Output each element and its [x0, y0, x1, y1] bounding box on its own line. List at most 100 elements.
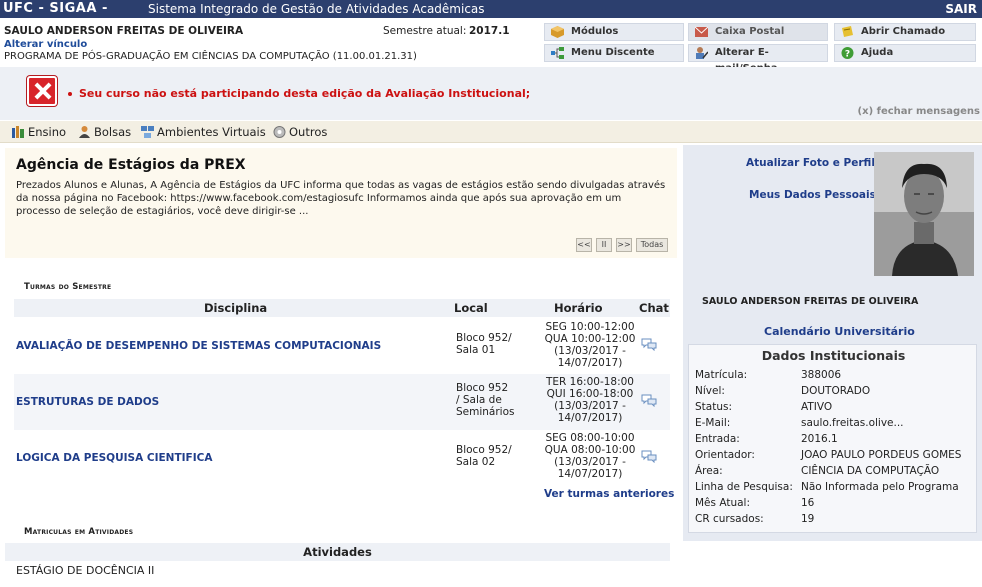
course-schedule: TER 16:00-18:00 QUI 16:00-18:00 (13/03/2… [524, 376, 656, 424]
field-value: Não Informada pelo Programa [801, 481, 959, 493]
course-local: Bloco 952/ Sala 01 [456, 332, 512, 356]
field-label: Orientador: [695, 449, 755, 461]
course-schedule: SEG 10:00-12:00 QUA 10:00-12:00 (13/03/2… [524, 321, 656, 369]
schedule-line: (13/03/2017 - [554, 345, 626, 357]
edit-user-icon [696, 47, 708, 59]
notice-all-button[interactable]: Todas [636, 238, 668, 252]
field-label: Área: [695, 465, 723, 477]
main-tabs: Ensino Bolsas Ambientes Virtuais Outros [0, 121, 982, 143]
update-photo-link[interactable]: Atualizar Foto e Perfil [746, 157, 875, 169]
quick-menu: Módulos Caixa Postal Abrir Chamado Menu … [540, 20, 982, 74]
field-label: Nível: [695, 385, 725, 397]
list-item: ESTÁGIO DE DOCÊNCIA II [16, 564, 155, 577]
notice-text: Prezados Alunos e Alunas, A Agência de E… [16, 180, 666, 217]
change-link-button[interactable]: Alterar vínculo [4, 39, 87, 50]
field-value: CIÊNCIA DA COMPUTAÇÃO [801, 465, 940, 477]
student-menu-button[interactable]: Menu Discente [544, 44, 684, 62]
field-label: Mês Atual: [695, 497, 750, 509]
svg-text:?: ? [845, 50, 850, 60]
error-text: Seu curso não está participando desta ed… [79, 87, 531, 100]
schedule-line: QUI 16:00-18:00 [546, 388, 634, 400]
personal-data-link[interactable]: Meus Dados Pessoais [749, 189, 876, 201]
mailbox-label: Caixa Postal [715, 26, 785, 37]
sitemap-icon [551, 47, 564, 59]
notice-prev-button[interactable]: << [576, 238, 592, 252]
tab-ensino[interactable]: Ensino [12, 125, 66, 139]
field-label: Matrícula: [695, 369, 748, 381]
atividades-section-title: Matriculas em Atividades [24, 527, 134, 537]
system-name: Sistema Integrado de Gestão de Atividade… [148, 2, 485, 16]
misc-icon [273, 126, 286, 138]
field-value: JOAO PAULO PORDEUS GOMES [801, 449, 962, 461]
chat-icon[interactable] [641, 394, 657, 407]
message-bar: Seu curso não está participando desta ed… [0, 67, 982, 120]
top-bar: UFC - SIGAA - Sistema Integrado de Gestã… [0, 0, 982, 18]
local-line: Bloco 952/ [456, 444, 512, 456]
field-label: Linha de Pesquisa: [695, 481, 793, 493]
profile-panel: Atualizar Foto e Perfil Meus Dados Pesso… [683, 145, 982, 541]
field-value: 388006 [801, 369, 842, 381]
field-label: CR cursados: [695, 513, 764, 525]
close-messages-link[interactable]: (x) fechar mensagens [858, 106, 980, 117]
local-line: Sala 02 [456, 456, 496, 468]
course-link[interactable]: LOGICA DA PESQUISA CIENTIFICA [16, 452, 212, 464]
notice-title: Agência de Estágios da PREX [16, 157, 246, 173]
see-old-classes-link[interactable]: Ver turmas anteriores [544, 488, 674, 500]
chat-icon[interactable] [641, 450, 657, 463]
schedule-line: QUA 10:00-12:00 [544, 333, 636, 345]
atividades-header: Atividades [5, 543, 670, 561]
ticket-icon [842, 26, 853, 37]
field-label: E-Mail: [695, 417, 731, 429]
table-row: ESTRUTURAS DE DADOS Bloco 952 / Sala de … [14, 374, 670, 430]
calendar-link[interactable]: Calendário Universitário [764, 325, 915, 338]
modules-button[interactable]: Módulos [544, 23, 684, 41]
course-link[interactable]: ESTRUTURAS DE DADOS [16, 396, 159, 408]
schedule-line: 14/07/2017) [557, 357, 623, 369]
tab-bolsas-label: Bolsas [94, 125, 132, 139]
local-line: / Sala de [456, 394, 502, 406]
bullet-icon [68, 92, 72, 96]
notice-next-button[interactable]: >> [616, 238, 632, 252]
user-info: SAULO ANDERSON FREITAS DE OLIVEIRA Semes… [0, 18, 540, 64]
tab-bolsas[interactable]: Bolsas [78, 125, 131, 139]
local-line: Sala 01 [456, 344, 496, 356]
header-disciplina: Disciplina [204, 301, 268, 315]
course-link[interactable]: AVALIAÇÃO DE DESEMPENHO DE SISTEMAS COMP… [16, 340, 381, 352]
schedule-line: 14/07/2017) [557, 412, 623, 424]
schedule-line: SEG 08:00-10:00 [545, 432, 635, 444]
help-label: Ajuda [861, 47, 894, 58]
avatar [874, 152, 974, 276]
local-line: Seminários [456, 406, 515, 418]
field-value: 19 [801, 513, 815, 525]
mailbox-button[interactable]: Caixa Postal [688, 23, 828, 41]
tab-ambientes-virtuais[interactable]: Ambientes Virtuais [141, 125, 266, 139]
change-email-button[interactable]: Alterar E-mail/Senha [688, 44, 828, 74]
schedule-line: (13/03/2017 - [554, 400, 626, 412]
turmas-table-header: Disciplina Local Horário Chat [14, 299, 670, 317]
field-value: saulo.freitas.olive... [801, 417, 904, 429]
logout-link[interactable]: SAIR [945, 0, 977, 18]
user-name: SAULO ANDERSON FREITAS DE OLIVEIRA [4, 25, 244, 37]
semester-label: Semestre atual: [383, 25, 467, 37]
header-chat: Chat [639, 301, 669, 315]
notice-box: Agência de Estágios da PREX Prezados Alu… [5, 148, 677, 258]
profile-name: SAULO ANDERSON FREITAS DE OLIVEIRA [702, 296, 919, 307]
program-name: PROGRAMA DE PÓS-GRADUAÇÃO EM CIÊNCIAS DA… [4, 51, 417, 62]
cube-icon [551, 26, 564, 38]
tab-outros-label: Outros [289, 125, 328, 139]
tab-ambientes-label: Ambientes Virtuais [157, 125, 266, 139]
chat-icon[interactable] [641, 338, 657, 351]
turmas-section-title: Turmas do Semestre [24, 282, 112, 292]
schedule-line: QUA 08:00-10:00 [544, 444, 636, 456]
local-line: Bloco 952 [456, 382, 509, 394]
help-button[interactable]: ? Ajuda [834, 44, 976, 62]
notice-pause-button[interactable]: II [596, 238, 612, 252]
open-ticket-button[interactable]: Abrir Chamado [834, 23, 976, 41]
header-horario: Horário [554, 301, 603, 315]
semester-value: 2017.1 [469, 25, 510, 37]
header-local: Local [454, 301, 488, 315]
course-local: Bloco 952/ Sala 02 [456, 444, 512, 468]
course-local: Bloco 952 / Sala de Seminários [456, 382, 515, 418]
brand-title: UFC - SIGAA - [3, 1, 108, 16]
tab-outros[interactable]: Outros [273, 125, 327, 139]
